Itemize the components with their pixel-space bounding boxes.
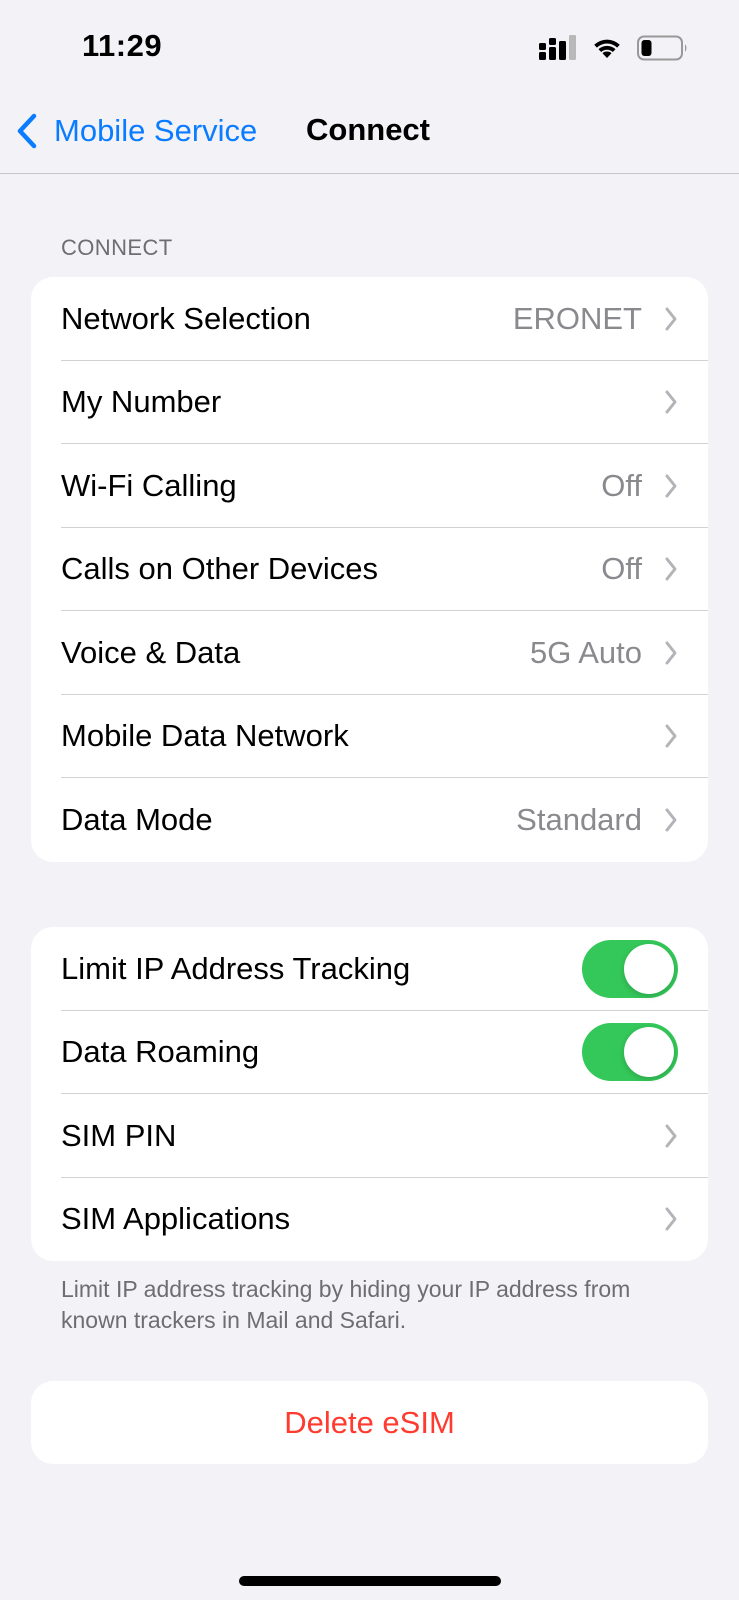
- row-label: Data Mode: [61, 801, 213, 837]
- status-bar: 11:29: [0, 0, 739, 100]
- sim-applications-row[interactable]: SIM Applications: [31, 1178, 708, 1262]
- data-roaming-row: Data Roaming: [31, 1011, 708, 1094]
- section-header-connect: CONNECT: [61, 235, 173, 260]
- back-button-label: Mobile Service: [54, 113, 258, 148]
- my-number-row[interactable]: My Number: [31, 361, 708, 444]
- row-value: 5G Auto: [529, 634, 642, 670]
- chevron-right-icon: [664, 807, 680, 833]
- row-label: Network Selection: [61, 300, 311, 336]
- row-label: Calls on Other Devices: [61, 551, 379, 587]
- chevron-right-icon: [664, 306, 680, 332]
- toggle-knob: [624, 943, 674, 994]
- chevron-right-icon: [664, 1123, 680, 1149]
- connect-settings-group: Network Selection ERONET My Number Wi-Fi…: [31, 277, 708, 862]
- settings-screen: 11:29 Mobile Service Connect CONNECT Net…: [0, 0, 739, 1600]
- row-label: Limit IP Address Tracking: [61, 950, 411, 986]
- wifi-calling-row[interactable]: Wi-Fi Calling Off: [31, 444, 708, 528]
- delete-esim-button[interactable]: Delete eSIM: [31, 1381, 708, 1464]
- chevron-right-icon: [664, 640, 680, 666]
- chevron-left-icon: [16, 112, 42, 150]
- cellular-signal-icon: [539, 34, 577, 66]
- battery-icon: [637, 35, 689, 66]
- row-label: SIM PIN: [61, 1117, 177, 1153]
- home-indicator[interactable]: [239, 1576, 501, 1586]
- toggle-knob: [624, 1027, 674, 1078]
- status-time: 11:29: [82, 28, 163, 63]
- page-title: Connect: [306, 112, 430, 147]
- chevron-right-icon: [664, 723, 680, 749]
- footer-note: Limit IP address tracking by hiding your…: [61, 1276, 631, 1333]
- chevron-right-icon: [664, 389, 680, 415]
- chevron-right-icon: [664, 1206, 680, 1232]
- back-button[interactable]: Mobile Service: [16, 110, 257, 152]
- row-label: Mobile Data Network: [61, 718, 349, 754]
- sim-pin-row[interactable]: SIM PIN: [31, 1094, 708, 1178]
- delete-esim-label: Delete eSIM: [284, 1404, 455, 1440]
- row-value: Standard: [516, 801, 642, 837]
- chevron-right-icon: [664, 556, 680, 582]
- chevron-right-icon: [664, 473, 680, 499]
- row-value: ERONET: [512, 300, 642, 336]
- row-value: Off: [601, 467, 642, 503]
- limit-ip-tracking-row: Limit IP Address Tracking: [31, 927, 708, 1011]
- row-label: SIM Applications: [61, 1201, 291, 1237]
- privacy-settings-group: Limit IP Address Tracking Data Roaming S…: [31, 927, 708, 1261]
- status-icons: [539, 34, 689, 66]
- row-label: Voice & Data: [61, 634, 241, 670]
- network-selection-row[interactable]: Network Selection ERONET: [31, 277, 708, 361]
- row-label: Data Roaming: [61, 1034, 260, 1070]
- wifi-icon: [591, 36, 623, 65]
- row-value: Off: [601, 551, 642, 587]
- row-label: My Number: [61, 384, 222, 420]
- calls-on-other-devices-row[interactable]: Calls on Other Devices Off: [31, 528, 708, 611]
- data-roaming-toggle[interactable]: [582, 1023, 678, 1082]
- row-label: Wi-Fi Calling: [61, 467, 237, 503]
- limit-ip-tracking-toggle[interactable]: [582, 939, 678, 998]
- mobile-data-network-row[interactable]: Mobile Data Network: [31, 695, 708, 778]
- voice-and-data-row[interactable]: Voice & Data 5G Auto: [31, 611, 708, 695]
- data-mode-row[interactable]: Data Mode Standard: [31, 778, 708, 862]
- navigation-bar: Mobile Service Connect: [0, 100, 739, 174]
